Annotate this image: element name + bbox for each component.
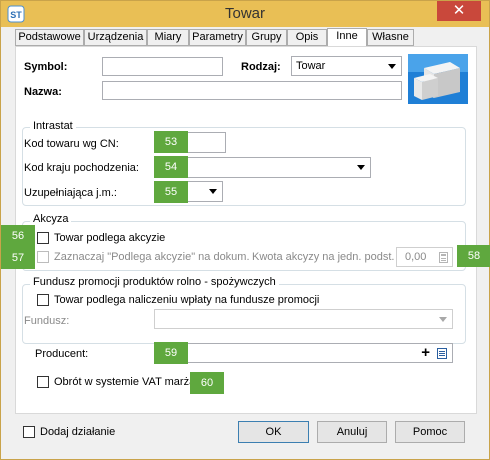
tab-panel-inne: Symbol: Rodzaj: Towar Nazwa: Intrastat K… [15, 46, 477, 414]
tab-podstawowe[interactable]: Podstawowe [15, 29, 84, 46]
tab-parametry[interactable]: Parametry [189, 29, 246, 46]
rodzaj-label: Rodzaj: [241, 61, 281, 73]
nazwa-input[interactable] [102, 81, 402, 100]
excise-amount-input[interactable]: 0,00 [396, 247, 453, 267]
nazwa-label: Nazwa: [24, 86, 62, 98]
fund-label: Fundusz: [24, 315, 70, 327]
fund-checkbox[interactable] [37, 294, 49, 306]
vat-margin-checkbox-label: Obrót w systemie VAT marża [54, 376, 196, 388]
vat-margin-checkbox[interactable] [37, 376, 49, 388]
producer-input[interactable]: + [154, 343, 453, 363]
fund-select[interactable] [154, 309, 453, 329]
excise-amount-label: Kwota akcyzy na jedn. podst. [252, 251, 395, 263]
tab-inne[interactable]: Inne [327, 28, 367, 47]
product-dialog: ST Towar ✕ Podstawowe Urządzenia Miary P… [0, 0, 490, 460]
add-icon[interactable]: + [421, 344, 430, 362]
add-action-label: Dodaj działanie [40, 426, 116, 438]
unit-label: Uzupełniająca j.m.: [24, 187, 117, 199]
tab-opis[interactable]: Opis [287, 29, 327, 46]
chevron-down-icon [209, 189, 217, 194]
cn-label: Kod towaru wg CN: [24, 138, 119, 150]
badge-55: 55 [154, 181, 188, 203]
badge-54: 54 [154, 156, 188, 178]
excise-checkbox-label: Towar podlega akcyzie [54, 232, 166, 244]
product-boxes-icon [408, 54, 468, 104]
title-bar[interactable]: ST Towar ✕ [1, 1, 489, 27]
fundusz-title: Fundusz promocji produktów rolno - spoży… [30, 276, 279, 288]
cancel-button[interactable]: Anuluj [317, 421, 387, 443]
badge-59: 59 [154, 342, 188, 364]
ok-button[interactable]: OK [238, 421, 309, 443]
tab-grupy[interactable]: Grupy [246, 29, 287, 46]
chevron-down-icon [388, 64, 396, 69]
badge-58: 58 [457, 245, 490, 267]
close-icon: ✕ [452, 2, 466, 19]
intrastat-title: Intrastat [30, 120, 76, 132]
excise-checkbox[interactable] [37, 232, 49, 244]
help-button[interactable]: Pomoc [395, 421, 465, 443]
list-icon[interactable] [437, 348, 447, 359]
producer-label: Producent: [35, 348, 89, 360]
badge-60: 60 [190, 372, 224, 394]
akcyza-title: Akcyza [30, 213, 72, 225]
close-button[interactable]: ✕ [437, 1, 481, 21]
calculator-icon [439, 252, 448, 263]
rodzaj-select[interactable]: Towar [291, 56, 402, 76]
country-label: Kod kraju pochodzenia: [24, 162, 139, 174]
chevron-down-icon [439, 317, 447, 322]
badge-53: 53 [154, 131, 188, 153]
tab-urzadzenia[interactable]: Urządzenia [84, 29, 147, 46]
tab-miary[interactable]: Miary [147, 29, 189, 46]
badge-57: 57 [1, 247, 35, 269]
window-title: Towar [224, 5, 265, 22]
mark-excise-checkbox[interactable] [37, 251, 49, 263]
chevron-down-icon [357, 165, 365, 170]
fund-checkbox-label: Towar podlega naliczeniu wpłaty na fundu… [54, 294, 320, 306]
tab-wlasne[interactable]: Własne [367, 29, 414, 46]
mark-excise-checkbox-label: Zaznaczaj "Podlega akcyzie" na dokum. [54, 251, 250, 263]
badge-56: 56 [1, 225, 35, 247]
add-action-checkbox[interactable] [23, 426, 35, 438]
symbol-input[interactable] [102, 57, 223, 76]
symbol-label: Symbol: [24, 61, 68, 73]
